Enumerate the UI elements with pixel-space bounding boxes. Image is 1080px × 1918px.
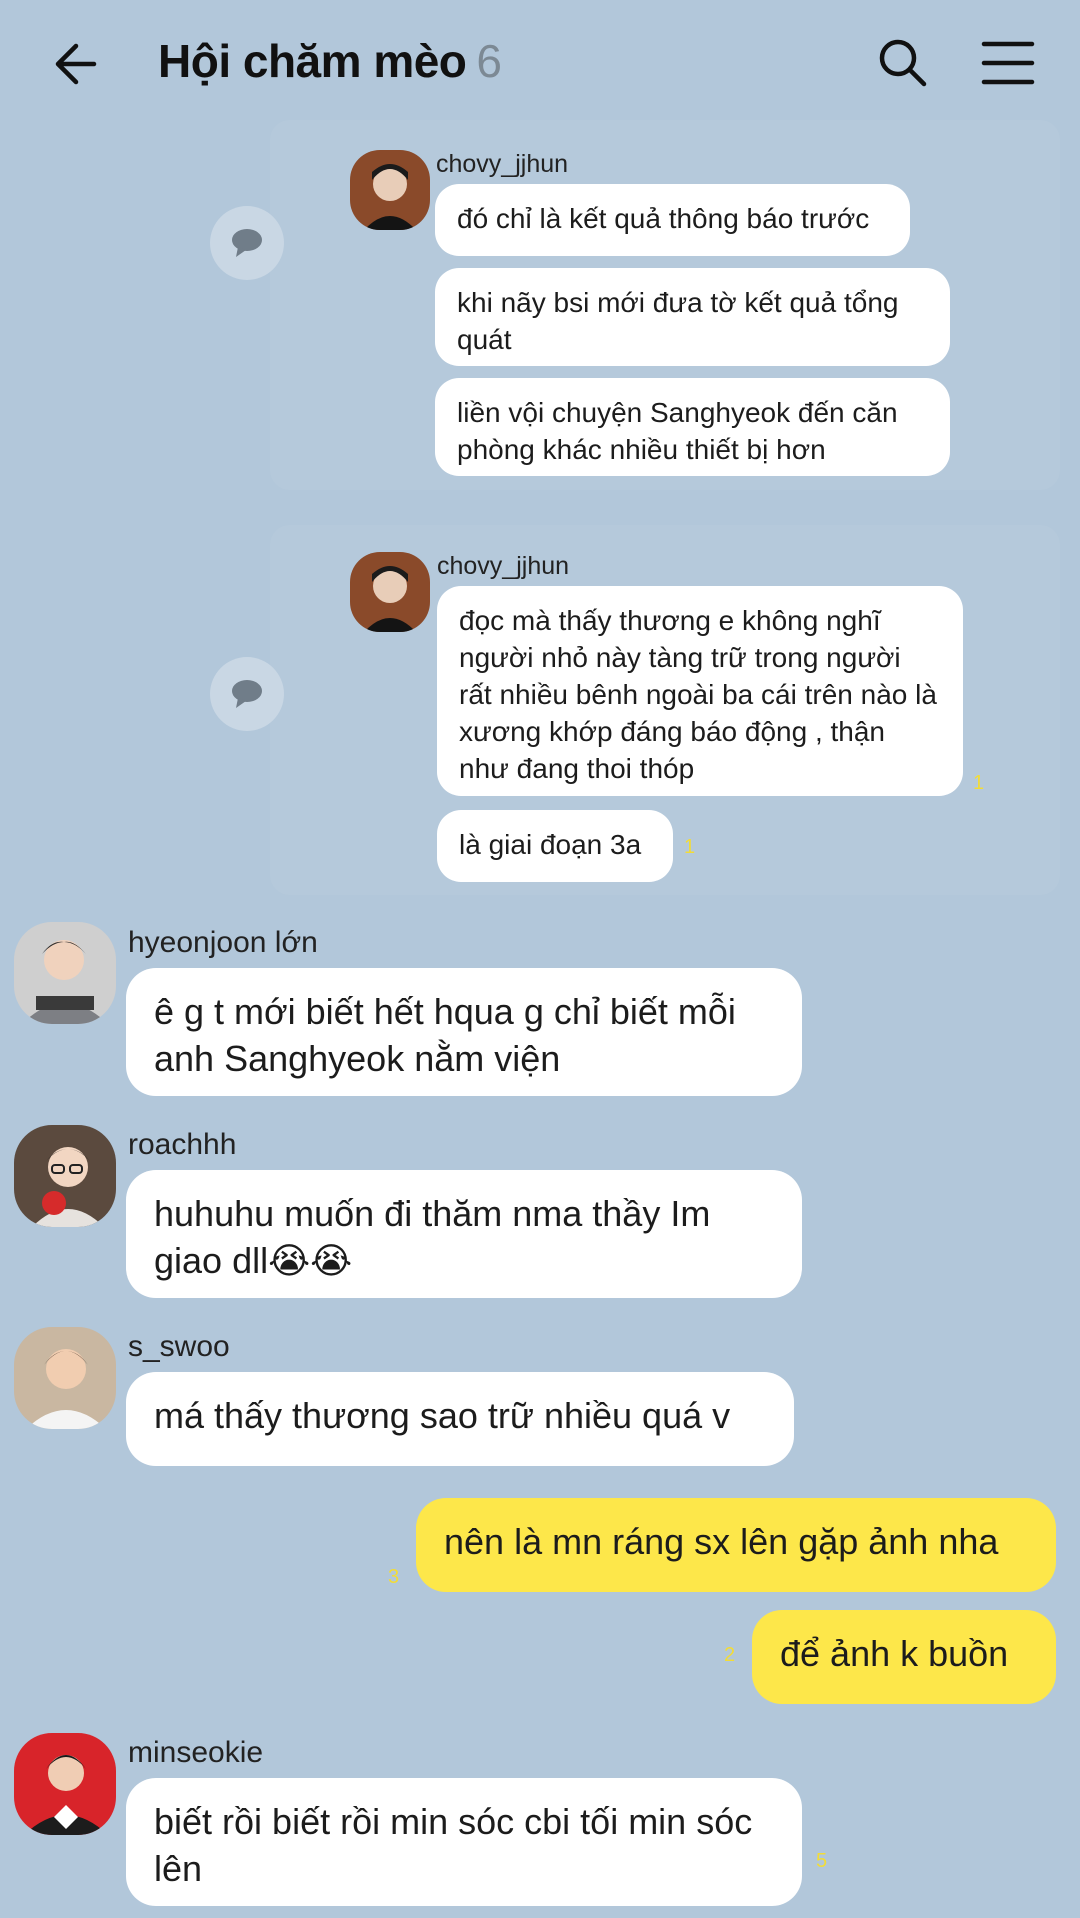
my-message-bubble[interactable]: để ảnh k buồn <box>752 1610 1056 1704</box>
message-bubble[interactable]: huhuhu muốn đi thăm nma thầy Im giao dll… <box>126 1170 802 1298</box>
chat-title-text: Hội chăm mèo <box>158 35 467 87</box>
message-bubble[interactable]: má thấy thương sao trữ nhiều quá v <box>126 1372 794 1466</box>
message-bubble[interactable]: biết rồi biết rồi min sóc cbi tối min só… <box>126 1778 802 1906</box>
unread-count: 5 <box>816 1850 828 1872</box>
unread-count: 2 <box>724 1644 736 1666</box>
avatar-photo <box>350 552 430 632</box>
hamburger-menu-icon <box>981 41 1035 85</box>
message-bubble[interactable]: ê g t mới biết hết hqua g chỉ biết mỗi a… <box>126 968 802 1096</box>
sender-name: s_swoo <box>128 1330 230 1363</box>
back-button[interactable] <box>48 36 104 92</box>
unread-count: 1 <box>684 836 696 858</box>
unread-count: 3 <box>388 1566 400 1588</box>
avatar[interactable] <box>14 1125 116 1227</box>
my-message-bubble[interactable]: nên là mn ráng sx lên gặp ảnh nha <box>416 1498 1056 1592</box>
avatar[interactable] <box>14 1327 116 1429</box>
avatar-photo <box>14 1733 116 1835</box>
sender-name: chovy_jjhun <box>437 552 570 580</box>
member-count: 6 <box>476 35 502 87</box>
comment-button[interactable] <box>210 206 284 280</box>
message-bubble[interactable]: đó chỉ là kết quả thông báo trước <box>435 184 910 256</box>
message-bubble[interactable]: là giai đoạn 3a <box>437 810 673 882</box>
sender-name: minseokie <box>128 1736 264 1769</box>
comment-button[interactable] <box>210 657 284 731</box>
message-bubble[interactable]: đọc mà thấy thương e không nghĩ người nh… <box>437 586 963 796</box>
search-icon <box>879 39 927 87</box>
avatar-photo <box>14 1125 116 1227</box>
chat-header: Hội chăm mèo 6 <box>0 0 1080 130</box>
search-button[interactable] <box>874 34 930 90</box>
avatar-photo <box>350 150 430 230</box>
sender-name: chovy_jjhun <box>436 150 569 178</box>
sender-name: hyeonjoon lớn <box>128 926 318 959</box>
sender-name: roachhh <box>128 1128 237 1161</box>
menu-button[interactable] <box>980 38 1036 88</box>
arrow-left-icon <box>55 43 97 85</box>
message-bubble[interactable]: liền vội chuyện Sanghyeok đến căn phòng … <box>435 378 950 476</box>
unread-count: 1 <box>973 772 985 794</box>
avatar[interactable] <box>350 552 430 632</box>
speech-bubble-icon <box>232 229 262 257</box>
chat-screen: Hội chăm mèo 6 chovy_jjhun đó chỉ là kết… <box>0 0 1080 1918</box>
message-bubble[interactable]: khi nãy bsi mới đưa tờ kết quả tổng quát <box>435 268 950 366</box>
avatar-photo <box>14 922 116 1024</box>
avatar-photo <box>14 1327 116 1429</box>
avatar[interactable] <box>14 1733 116 1835</box>
avatar[interactable] <box>350 150 430 230</box>
chat-title: Hội chăm mèo 6 <box>158 34 502 88</box>
avatar[interactable] <box>14 922 116 1024</box>
speech-bubble-icon <box>232 680 262 708</box>
